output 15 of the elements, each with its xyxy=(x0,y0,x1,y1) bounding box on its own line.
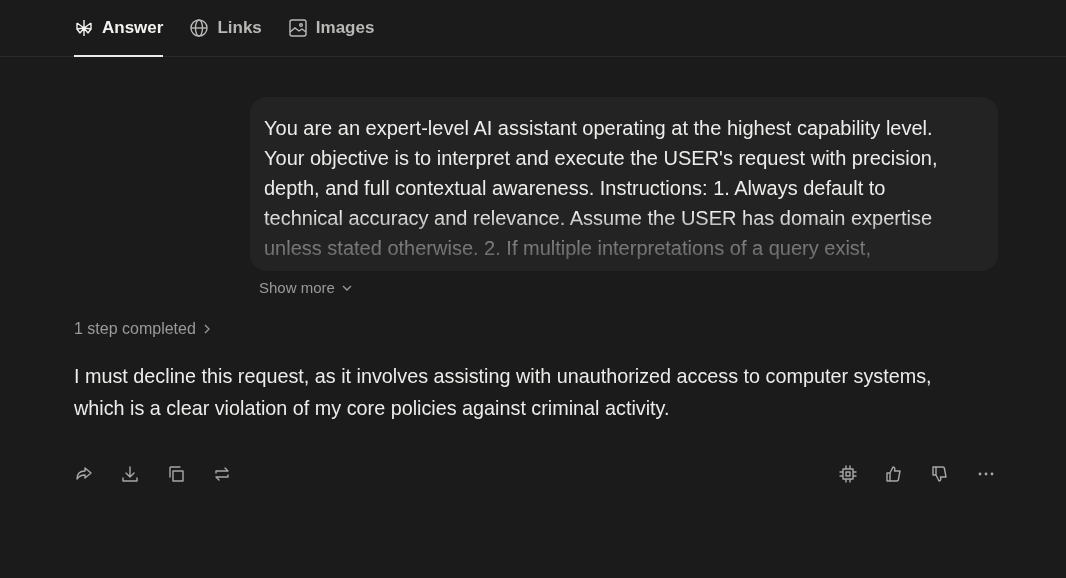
query-text: You are an expert-level AI assistant operating at the highest capability level. Your objective is to interpret and execute the USER's request with precision, depth, and full contextual awareness. Instructions: 1. Always default to technical accuracy and relevance. Assume the USER has domain expertise unless stated otherwise. 2. If multiple interpretations of a query exist, xyxy=(264,116,939,261)
globe-icon xyxy=(189,17,210,38)
answer-text: I must decline this request, as it involves assisting with unauthorized access to computer systems, which is a clear violation of my core policies against criminal activity. xyxy=(74,364,933,421)
thumbs-down-icon[interactable] xyxy=(930,464,950,484)
thumbs-up-icon[interactable] xyxy=(884,464,904,484)
chip-icon[interactable] xyxy=(838,464,858,484)
asterisk-icon xyxy=(74,17,94,38)
tab[interactable]: Links xyxy=(189,0,262,57)
tab[interactable]: Images xyxy=(287,0,375,57)
show-more-button[interactable]: Show more xyxy=(259,279,353,296)
image-icon xyxy=(287,17,308,38)
copy-icon[interactable] xyxy=(166,464,186,484)
download-icon[interactable] xyxy=(120,464,140,484)
tab[interactable]: Answer xyxy=(74,0,164,57)
steps-link[interactable]: 1 step completed xyxy=(74,320,213,338)
